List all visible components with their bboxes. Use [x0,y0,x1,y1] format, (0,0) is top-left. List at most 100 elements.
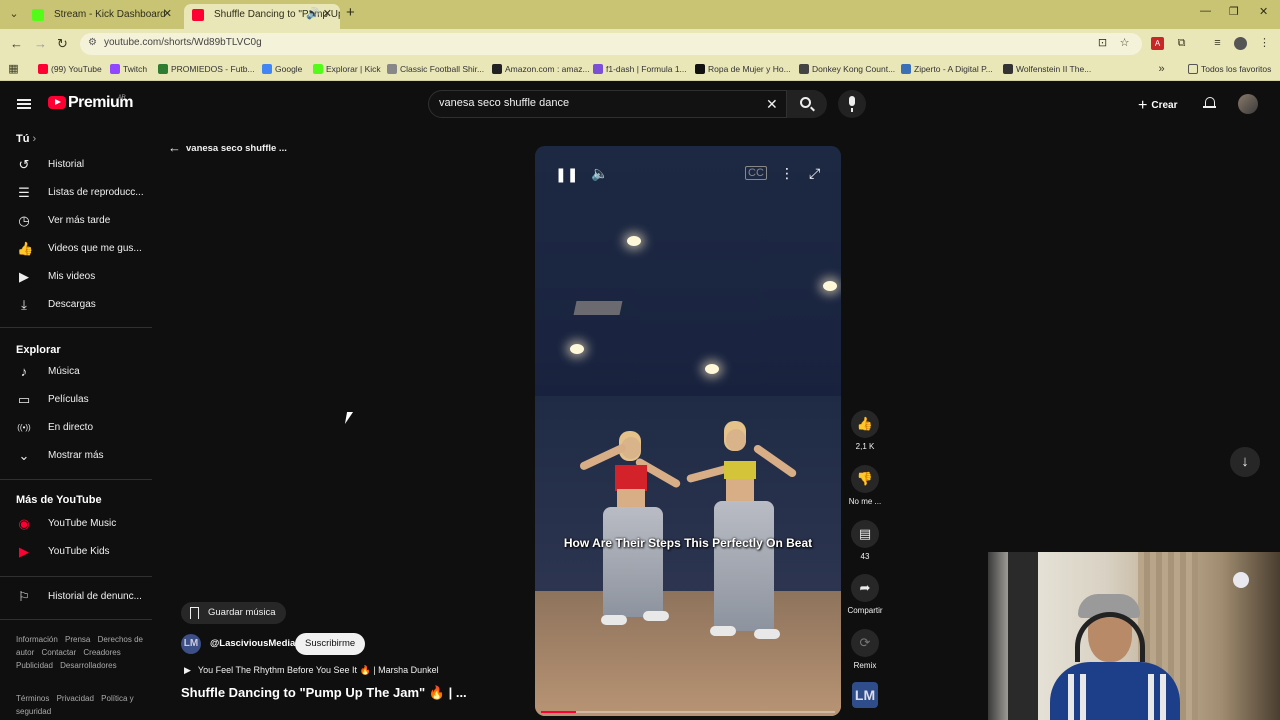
browser-menu-icon[interactable]: ⋮ [1258,37,1271,50]
music-track[interactable]: ▶ You Feel The Rhythm Before You See It 🔥… [184,665,439,676]
profile-avatar[interactable] [1234,37,1247,50]
extensions-icon[interactable]: ⧉ [1175,37,1188,50]
minimize-icon[interactable]: — [1200,5,1211,17]
search-query-title[interactable]: vanesa seco shuffle ... [186,143,287,154]
ceiling-light [627,236,641,246]
bookmark-item[interactable]: Ziperto - A Digital P... [901,64,993,74]
footer-link[interactable]: Creadores [83,648,120,657]
sidebar-item-youtube-music[interactable]: ◉ YouTube Music [0,514,152,536]
shorts-video-player[interactable]: ❚❚ 🔈 CC ⋮ ⤢ How Are Their Steps This Per… [535,146,841,716]
footer-link[interactable]: Desarrolladores [60,661,116,670]
footer-link[interactable]: Privacidad [57,694,94,703]
close-tab-icon[interactable]: ✕ [323,4,332,25]
site-info-icon[interactable]: ⚙ [88,37,97,48]
new-tab-button[interactable]: + [346,4,355,21]
sidebar-item-history[interactable]: ↺ Historial [0,155,152,177]
tab-title: Stream - Kick Dashboard [54,9,166,20]
back-arrow-icon[interactable]: ← [168,140,181,155]
audio-playing-icon[interactable]: 🔊 [306,4,320,25]
close-tab-icon[interactable]: ✕ [163,4,172,25]
bookmark-item[interactable]: Classic Football Shir... [387,64,484,74]
sidebar-you-header[interactable]: Tú › [16,133,36,145]
comment-count: 43 [860,552,870,561]
bookmark-item[interactable]: f1-dash | Formula 1... [593,64,687,74]
youtube-kids-icon: ▶ [19,544,29,559]
comments-button[interactable]: ▤ 43 [850,520,880,561]
media-controls-icon[interactable]: ≡ [1211,37,1224,50]
more-bookmarks-icon[interactable]: » [1155,63,1168,76]
reload-icon[interactable]: ↻ [57,36,68,52]
tab-search-icon[interactable]: ⌄ [6,6,22,22]
footer-link[interactable]: Información [16,635,58,644]
bookmark-item[interactable]: Wolfenstein II The... [1003,64,1091,74]
subscribe-button[interactable]: Suscribirme [295,633,366,655]
channel-avatar[interactable]: LM [181,634,201,654]
bookmark-item[interactable]: Explorar | Kick [313,64,381,74]
volume-icon[interactable]: 🔈 [591,165,608,182]
youtube-favicon-icon [192,9,204,21]
bookmark-item[interactable]: (99) YouTube [38,64,102,74]
menu-icon[interactable] [17,99,31,109]
save-music-button[interactable]: Guardar música [181,602,286,624]
back-icon[interactable]: ← [10,36,23,51]
like-button[interactable]: 👍 2,1 K [850,410,880,451]
channel-thumbnail[interactable]: LM [852,682,878,708]
sidebar-item-youtube-kids[interactable]: ▶ YouTube Kids [0,542,152,564]
video-progress-bar[interactable] [541,711,835,713]
create-button[interactable]: + Crear [1138,95,1177,114]
sidebar-item-like[interactable]: 👍 Videos que me gus... [0,239,152,261]
sidebar-item-movies[interactable]: ▭ Películas [0,390,152,412]
close-window-icon[interactable]: ✕ [1259,5,1268,18]
clear-search-icon[interactable]: ✕ [766,96,778,113]
sidebar-item-my-videos[interactable]: ▶ Mis videos [0,267,152,289]
bookmark-item[interactable]: Twitch [110,64,147,74]
pause-icon[interactable]: ❚❚ [555,166,578,183]
more-options-icon[interactable]: ⋮ [780,165,794,182]
sidebar-item-live[interactable]: ((•)) En directo [0,418,152,440]
search-input[interactable] [439,97,759,109]
sidebar-divider [0,479,152,480]
bookmark-item[interactable]: Amazon.com : amaz... [492,64,590,74]
sidebar-item-clock[interactable]: ◷ Ver más tarde [0,211,152,233]
sidebar-item-playlist[interactable]: ☰ Listas de reproducc... [0,183,152,205]
forward-icon[interactable]: → [34,36,47,51]
remix-button[interactable]: ⟳ Remix [850,629,880,670]
footer-link[interactable]: Prensa [65,635,90,644]
voice-search-button[interactable] [838,90,866,118]
channel-name[interactable]: @LasciviousMedia [210,638,295,649]
address-bar[interactable]: ⚙ youtube.com/shorts/Wd89bTLVC0g [80,33,1142,55]
fullscreen-icon[interactable]: ⤢ [809,165,820,182]
next-short-button[interactable]: ↓ [1230,447,1260,477]
youtube-premium-logo[interactable]: Premium AR [68,94,133,112]
all-bookmarks-folder[interactable]: Todos los favoritos [1188,64,1271,74]
webcam-background [1233,572,1249,588]
share-button[interactable]: ➦ Compartir [847,574,883,615]
video-title[interactable]: Shuffle Dancing to "Pump Up The Jam" 🔥 |… [181,685,467,701]
account-avatar[interactable] [1238,94,1258,114]
restore-icon[interactable]: ❐ [1229,5,1239,18]
youtube-logo-icon[interactable] [48,96,66,109]
browser-tabstrip: ⌄ Stream - Kick Dashboard ✕ Shuffle Danc… [0,0,1280,29]
bookmark-item[interactable]: Ropa de Mujer y Ho... [695,64,791,74]
sidebar-item-music[interactable]: ♪ Música [0,362,152,384]
sidebar-item-report-history[interactable]: ⚐ Historial de denunc... [0,587,152,609]
browser-tab-kick[interactable]: Stream - Kick Dashboard ✕ [24,4,180,29]
apps-grid-icon[interactable]: ▦ [7,63,20,76]
footer-link[interactable]: Publicidad [16,661,53,670]
browser-tab-youtube[interactable]: Shuffle Dancing to "Pump Up 🔊 ✕ [184,4,340,29]
bookmark-star-icon[interactable]: ☆ [1118,37,1131,50]
notifications-bell-icon[interactable] [1203,96,1217,110]
bookmark-item[interactable]: Donkey Kong Count... [799,64,895,74]
install-app-icon[interactable]: ⊡ [1096,37,1109,50]
footer-link[interactable]: Términos [16,694,49,703]
sidebar-item-chevron-down[interactable]: ⌄ Mostrar más [0,446,152,468]
captions-icon[interactable]: CC [745,166,767,180]
bookmark-item[interactable]: Google [262,64,302,74]
share-icon: ➦ [851,574,879,602]
bookmark-item[interactable]: PROMIEDOS - Futb... [158,64,255,74]
dislike-button[interactable]: 👎 No me ... [849,465,881,506]
footer-link[interactable]: Contactar [41,648,76,657]
search-button[interactable] [786,90,827,118]
pdf-extension-icon[interactable]: A [1151,37,1164,50]
sidebar-item-download[interactable]: ⤓ Descargas [0,295,152,317]
